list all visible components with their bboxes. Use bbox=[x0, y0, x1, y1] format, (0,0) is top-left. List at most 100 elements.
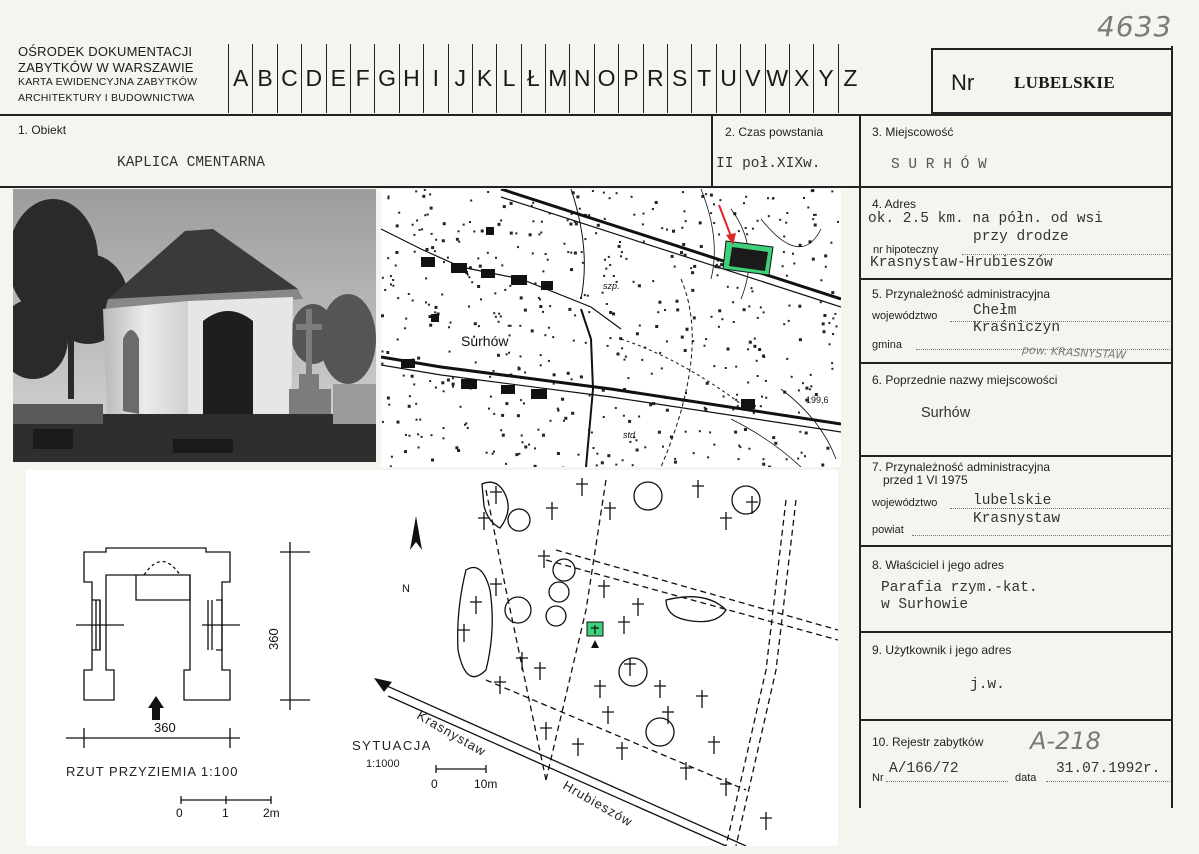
site-scale-0: 0 bbox=[431, 777, 438, 791]
admin1975-date-label: przed 1 VI 1975 bbox=[883, 473, 968, 487]
map-symbol bbox=[809, 373, 812, 376]
divider bbox=[859, 114, 861, 808]
map-symbol bbox=[579, 375, 583, 379]
grave-cross bbox=[516, 652, 528, 670]
map-symbol bbox=[570, 251, 573, 254]
map-symbol bbox=[820, 279, 823, 282]
map-symbol bbox=[459, 405, 462, 408]
czas-value: II poł.XIXw. bbox=[716, 156, 821, 172]
map-symbol bbox=[785, 221, 788, 224]
map-symbol bbox=[387, 257, 390, 260]
grave-cross bbox=[534, 662, 546, 680]
map-symbol bbox=[600, 461, 604, 465]
index-letter: Y bbox=[813, 44, 837, 113]
map-symbol bbox=[508, 334, 511, 337]
map-symbol bbox=[722, 395, 725, 398]
grave-cross bbox=[680, 762, 692, 780]
map-symbol bbox=[552, 373, 556, 377]
divider bbox=[859, 545, 1173, 547]
map-symbol bbox=[793, 262, 796, 265]
obiekt-value: KAPLICA CMENTARNA bbox=[117, 155, 265, 171]
map-symbol bbox=[523, 402, 525, 405]
map-symbol bbox=[831, 190, 834, 193]
map-symbol bbox=[672, 229, 675, 233]
map-symbol bbox=[430, 434, 433, 437]
map-symbol bbox=[577, 453, 580, 456]
map-symbol bbox=[413, 250, 416, 253]
map-symbol bbox=[735, 365, 738, 368]
map-symbol bbox=[756, 375, 759, 377]
map-symbol bbox=[389, 275, 392, 278]
map-symbol bbox=[557, 409, 560, 412]
map-symbol bbox=[826, 446, 830, 450]
map-symbol bbox=[735, 398, 738, 401]
grave-cross bbox=[546, 502, 558, 520]
divider bbox=[711, 114, 713, 187]
map-symbol bbox=[429, 193, 432, 196]
map-symbol bbox=[608, 197, 611, 200]
org-line: OŚRODEK DOKUMENTACJI bbox=[18, 44, 193, 59]
map-symbol bbox=[797, 457, 800, 460]
map-symbol bbox=[419, 418, 422, 421]
map-symbol bbox=[539, 305, 543, 308]
map-symbol bbox=[732, 301, 735, 304]
map-symbol bbox=[542, 310, 544, 313]
map-symbol bbox=[710, 212, 713, 215]
map-symbol bbox=[392, 284, 395, 287]
map-symbol bbox=[828, 343, 831, 346]
map-symbol bbox=[495, 256, 497, 259]
index-letter: S bbox=[667, 44, 691, 113]
uzytkownik-value: j.w. bbox=[970, 677, 1005, 693]
map-symbol bbox=[692, 452, 695, 455]
map-symbol bbox=[798, 304, 802, 308]
map-symbol bbox=[683, 349, 687, 352]
map-symbol bbox=[605, 267, 608, 270]
map-symbol bbox=[764, 379, 767, 382]
map-symbol bbox=[620, 251, 623, 254]
map-symbol bbox=[604, 258, 606, 261]
map-symbol bbox=[381, 362, 384, 365]
map-symbol bbox=[493, 412, 496, 415]
map-symbol bbox=[457, 230, 460, 233]
index-letter: A bbox=[228, 44, 252, 113]
grave-cross bbox=[604, 502, 616, 520]
map-symbol bbox=[762, 354, 765, 358]
map-symbol bbox=[601, 291, 604, 294]
map-symbol bbox=[620, 255, 622, 258]
map-symbol bbox=[673, 265, 676, 268]
divider bbox=[859, 362, 1173, 364]
grave-cross bbox=[692, 480, 704, 498]
map-symbol bbox=[762, 462, 766, 466]
map-symbol bbox=[814, 213, 817, 216]
map-symbol bbox=[568, 307, 572, 311]
map-symbol bbox=[746, 233, 749, 236]
map-symbol bbox=[537, 428, 540, 431]
map-symbol bbox=[629, 440, 632, 443]
map-symbol bbox=[429, 206, 433, 210]
gmina-value: Kraśniczyn bbox=[973, 320, 1061, 336]
map-symbol bbox=[547, 359, 550, 362]
map-symbol bbox=[800, 451, 803, 454]
map-symbol bbox=[707, 456, 710, 459]
map-symbol bbox=[686, 328, 689, 331]
map-symbol bbox=[756, 316, 759, 319]
map-symbol bbox=[596, 452, 599, 455]
map-symbol bbox=[455, 237, 459, 241]
map-symbol bbox=[660, 367, 663, 370]
map-symbol bbox=[625, 257, 628, 260]
dotted-line bbox=[912, 535, 1170, 536]
index-letter: H bbox=[398, 44, 423, 113]
index-letter: X bbox=[788, 44, 813, 113]
map-symbol bbox=[499, 315, 502, 318]
map-symbol bbox=[381, 276, 384, 279]
map-symbol bbox=[717, 325, 720, 328]
drawings-panel: 360 360 RZUT PRZYZIEMIA 1:100 0 1 2m N S… bbox=[26, 470, 839, 847]
map-symbol bbox=[808, 388, 811, 391]
index-letter: K bbox=[471, 44, 496, 113]
dotted-line bbox=[950, 508, 1170, 509]
map-symbol bbox=[448, 326, 450, 329]
map-symbol bbox=[477, 285, 481, 288]
map-symbol bbox=[788, 304, 791, 307]
map-symbol bbox=[423, 189, 426, 191]
map-symbol bbox=[732, 321, 735, 323]
